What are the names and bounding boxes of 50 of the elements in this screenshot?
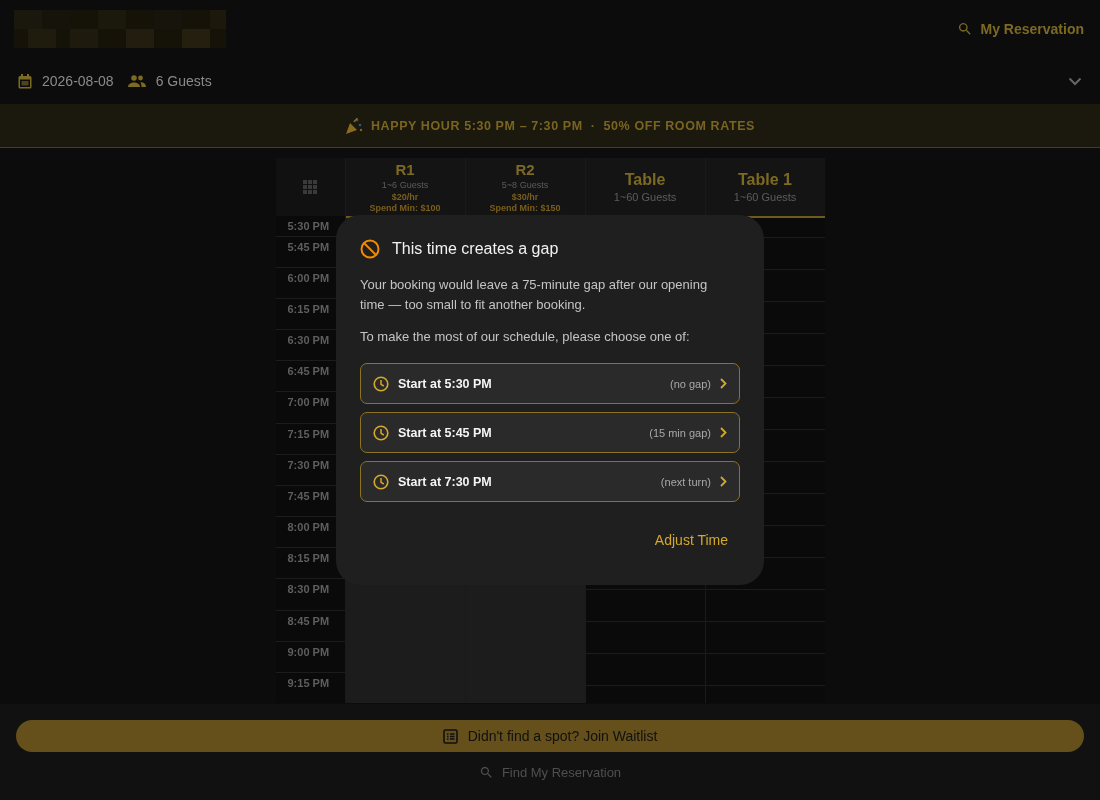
time-label: 6:15 PM (287, 303, 330, 315)
column-header[interactable]: Table 1 1~60 Guests (705, 158, 825, 218)
time-label: 7:45 PM (287, 489, 330, 502)
dialog-text: Your booking would leave a 75-minute gap after our opening time — too small to fit another booking. (360, 276, 709, 314)
clock-icon (373, 424, 389, 441)
list-icon (442, 728, 458, 744)
dialog-title: This time creates a gap (392, 240, 559, 258)
time-label: 8:00 PM (287, 521, 330, 534)
search-icon (478, 765, 494, 780)
time-option[interactable]: Start at 5:30 PM (no gap) (360, 363, 740, 404)
time-label: 5:30 PM (287, 220, 330, 233)
chevron-right-icon (720, 378, 727, 389)
column-header[interactable]: Table 1~60 Guests (585, 158, 705, 218)
guests-text[interactable]: 6 Guests (155, 73, 212, 89)
grid-icon[interactable] (303, 180, 317, 195)
banner-text: HAPPY HOUR 5:30 PM – 7:30 PM (370, 118, 583, 133)
adjust-time-button[interactable]: Adjust Time (642, 528, 740, 552)
chevron-right-icon (720, 476, 727, 487)
clock-icon (373, 375, 389, 392)
separator-dot: · (590, 118, 596, 133)
time-label: 7:15 PM (287, 427, 330, 440)
time-label: 5:45 PM (287, 240, 330, 253)
time-option[interactable]: Start at 5:45 PM (15 min gap) (360, 412, 740, 453)
time-label: 7:00 PM (287, 396, 330, 409)
banner-text: 50% OFF ROOM RATES (603, 118, 756, 133)
people-icon (127, 75, 146, 87)
party-popper-icon (344, 116, 363, 135)
search-icon (956, 21, 973, 37)
chevron-right-icon (720, 427, 727, 438)
time-option[interactable]: Start at 7:30 PM (next turn) (360, 461, 740, 502)
time-label: 9:00 PM (287, 645, 330, 658)
time-label: 6:00 PM (287, 271, 330, 284)
dialog-text: To make the most of our schedule, please choose one of: (360, 328, 691, 346)
chevron-down-icon[interactable] (1068, 76, 1082, 86)
time-label: 6:30 PM (287, 334, 330, 347)
calendar-icon (18, 73, 32, 89)
time-label: 8:30 PM (287, 583, 330, 596)
join-waitlist-button[interactable]: Didn't find a spot? Join Waitlist (16, 720, 1084, 752)
clock-icon (373, 473, 389, 490)
date-text[interactable]: 2026-08-08 (42, 73, 114, 89)
blocked-icon (360, 239, 380, 259)
time-label: 7:30 PM (287, 458, 330, 471)
column-header[interactable]: R1 1~6 Guests $20/hr Spend Min: $100 (345, 158, 465, 218)
time-label: 8:15 PM (287, 552, 330, 565)
my-reservation-link[interactable]: My Reservation (956, 21, 1084, 37)
time-label: 6:45 PM (287, 365, 330, 378)
find-reservation-link[interactable]: Find My Reservation (472, 764, 628, 781)
time-label: 8:45 PM (287, 614, 330, 627)
column-header[interactable]: R2 5~8 Guests $30/hr Spend Min: $150 (465, 158, 585, 218)
time-label: 9:15 PM (287, 676, 330, 689)
